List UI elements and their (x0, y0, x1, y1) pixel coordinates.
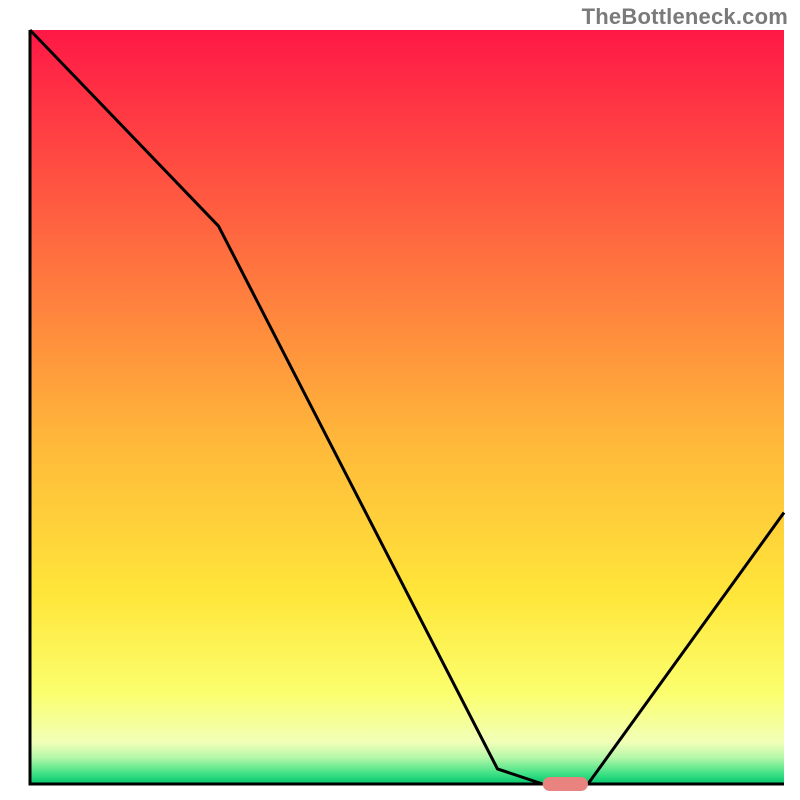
chart-svg (0, 0, 800, 800)
bottleneck-chart: TheBottleneck.com (0, 0, 800, 800)
watermark-text: TheBottleneck.com (582, 4, 788, 30)
optimal-marker (543, 777, 588, 791)
